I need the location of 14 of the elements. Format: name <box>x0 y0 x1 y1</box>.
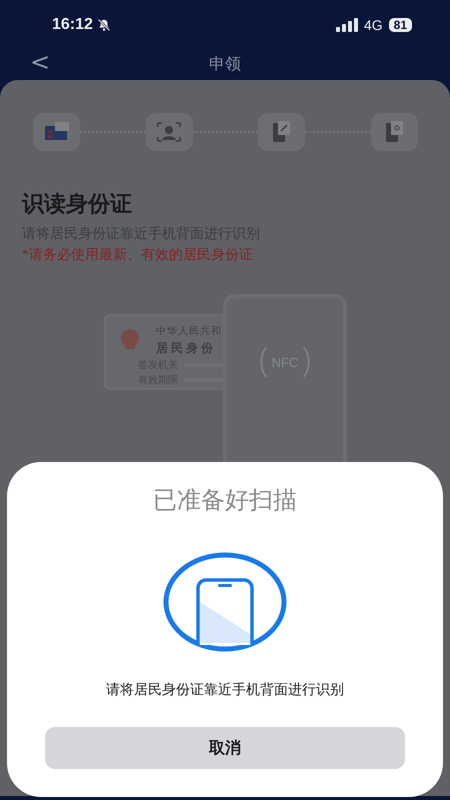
sheet-message: 请将居民身份证靠近手机背面进行识别 <box>106 681 344 699</box>
phone-scan-icon <box>163 552 287 652</box>
sheet-title: 已准备好扫描 <box>153 485 297 516</box>
signal-icon <box>336 18 358 32</box>
section-heading: 识读身份证 <box>22 191 133 219</box>
network-label: 4G <box>364 17 383 33</box>
face-icon <box>155 120 184 144</box>
back-button[interactable]: < <box>24 48 56 76</box>
cancel-button[interactable]: 取消 <box>45 727 405 769</box>
page-title: 申领 <box>209 54 241 74</box>
emblem-icon <box>120 328 140 350</box>
warning-text: *请务必使用最新、有效的居民身份证 <box>22 246 254 264</box>
clock-time: 16:12 <box>52 16 93 34</box>
battery-level: 81 <box>388 18 412 32</box>
